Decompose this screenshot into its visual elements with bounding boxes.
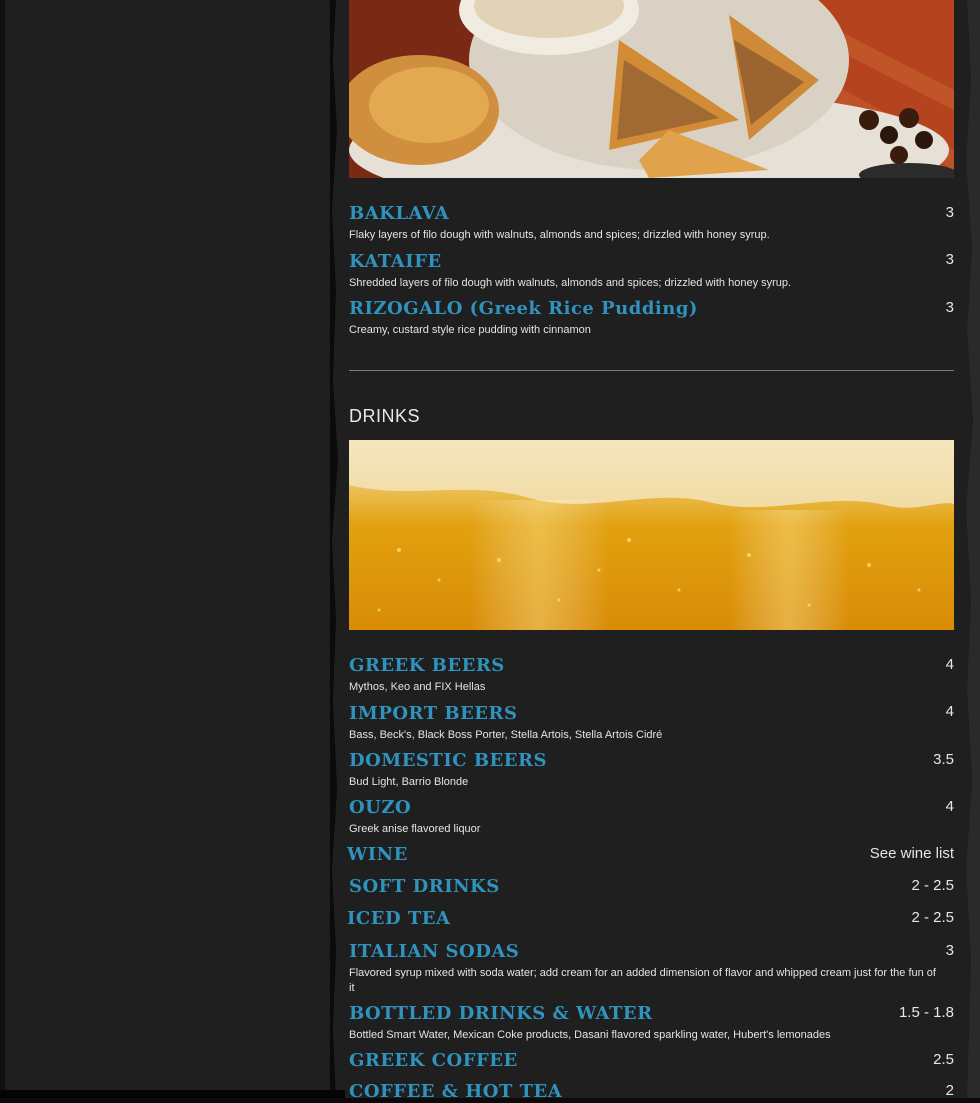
menu-content: BAKLAVA 3 Flaky layers of filo dough wit… bbox=[341, 0, 966, 1102]
baklava-dessert-photo bbox=[349, 0, 954, 178]
menu-item-greek-beers-title: GREEK BEERS bbox=[349, 655, 505, 676]
left-sidebar-panel bbox=[5, 0, 335, 1090]
menu-item-greek-coffee-title: GREEK COFFEE bbox=[349, 1050, 518, 1071]
menu-item-domestic-beers-price: 3.5 bbox=[933, 751, 954, 768]
menu-item-iced-tea-title: ICED TEA bbox=[347, 908, 451, 929]
menu-item-greek-coffee-price: 2.5 bbox=[933, 1051, 954, 1068]
section-divider bbox=[349, 370, 954, 371]
menu-item-italian-sodas-price: 3 bbox=[945, 942, 954, 959]
menu-item-soft-drinks-title: SOFT DRINKS bbox=[349, 876, 500, 897]
menu-item-wine-title: WINE bbox=[347, 844, 408, 865]
menu-item-italian-sodas-description: Flavored syrup mixed with soda water; ad… bbox=[349, 967, 936, 994]
menu-item-greek-beers-description: Mythos, Keo and FIX Hellas bbox=[349, 681, 486, 693]
menu-item-kataife-description: Shredded layers of filo dough with walnu… bbox=[349, 277, 792, 289]
menu-item-rizogalo-price: 3 bbox=[945, 299, 954, 316]
menu-item-wine-price: See wine list bbox=[869, 845, 954, 862]
drinks-section-title: DRINKS bbox=[349, 406, 421, 426]
bottom-edge-strip bbox=[0, 1090, 345, 1098]
menu-item-baklava-price: 3 bbox=[945, 204, 954, 221]
menu-item-bottled-drinks-title: BOTTLED DRINKS & WATER bbox=[349, 1003, 653, 1024]
menu-item-baklava-title: BAKLAVA bbox=[349, 203, 450, 224]
menu-item-soft-drinks-price: 2 - 2.5 bbox=[911, 877, 954, 894]
menu-item-rizogalo-title: RIZOGALO (Greek Rice Pudding) bbox=[349, 298, 698, 319]
menu-item-ouzo-title: OUZO bbox=[349, 797, 412, 818]
menu-item-ouzo-price: 4 bbox=[945, 798, 954, 815]
menu-item-domestic-beers-title: DOMESTIC BEERS bbox=[349, 750, 547, 771]
menu-item-baklava-description: Flaky layers of filo dough with walnuts,… bbox=[349, 229, 770, 241]
menu-item-greek-beers-price: 4 bbox=[945, 656, 954, 673]
menu-item-domestic-beers-description: Bud Light, Barrio Blonde bbox=[349, 776, 469, 788]
beer-foam-photo bbox=[349, 440, 954, 630]
menu-item-bottled-drinks-description: Bottled Smart Water, Mexican Coke produc… bbox=[349, 1029, 831, 1041]
menu-item-rizogalo-description: Creamy, custard style rice pudding with … bbox=[349, 324, 591, 336]
menu-item-coffee-hot-tea-price: 2 bbox=[945, 1082, 954, 1099]
menu-item-kataife-price: 3 bbox=[945, 251, 954, 268]
menu-item-import-beers-description: Bass, Beck's, Black Boss Porter, Stella … bbox=[349, 729, 663, 741]
menu-item-ouzo-description: Greek anise flavored liquor bbox=[349, 823, 481, 835]
menu-item-import-beers-title: IMPORT BEERS bbox=[349, 703, 518, 724]
menu-item-import-beers-price: 4 bbox=[945, 703, 954, 720]
menu-item-italian-sodas-title: ITALIAN SODAS bbox=[349, 941, 520, 962]
menu-item-kataife-title: KATAIFE bbox=[349, 251, 442, 272]
menu-item-iced-tea-price: 2 - 2.5 bbox=[911, 909, 954, 926]
menu-item-coffee-hot-tea-title: COFFEE & HOT TEA bbox=[349, 1081, 563, 1102]
menu-item-bottled-drinks-price: 1.5 - 1.8 bbox=[898, 1004, 954, 1021]
